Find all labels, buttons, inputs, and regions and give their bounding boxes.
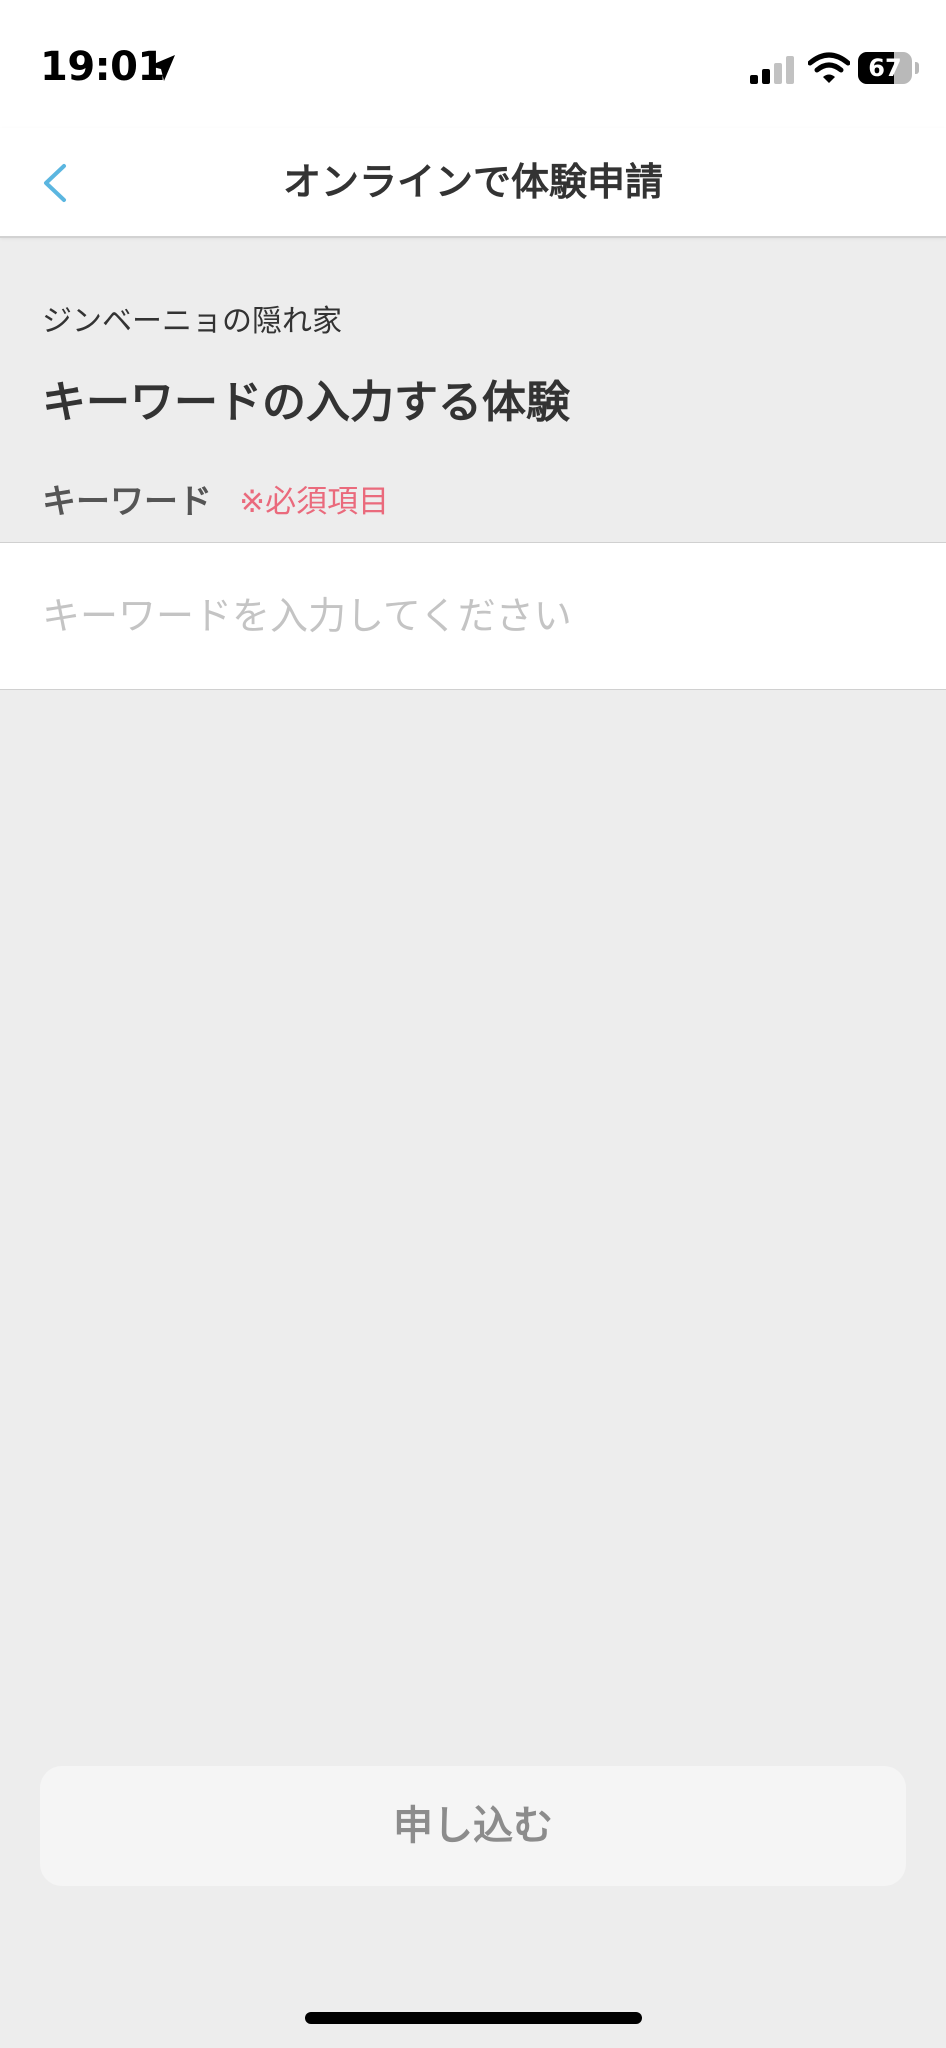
status-bar: 19:01 67: [0, 0, 946, 128]
back-button[interactable]: [22, 148, 92, 218]
experience-title: キーワードの入力する体験: [42, 377, 570, 428]
page-title: オンラインで体験申請: [282, 160, 663, 204]
battery-body: 67: [858, 52, 912, 84]
chevron-left-icon: [44, 164, 66, 202]
navigation-bar: オンラインで体験申請: [0, 128, 946, 238]
keyword-label-row: キーワード ※必須項目: [42, 474, 390, 522]
keyword-input[interactable]: [42, 543, 902, 689]
keyword-label: キーワード: [42, 482, 212, 522]
location-arrow-icon: [146, 52, 178, 84]
submit-button[interactable]: 申し込む: [40, 1766, 906, 1886]
battery-level: 67: [868, 54, 902, 82]
cellular-signal-icon: [750, 56, 796, 84]
shop-name: ジンベーニョの隠れ家: [42, 304, 342, 339]
battery-icon: 67: [858, 52, 920, 84]
battery-cap: [915, 62, 919, 74]
keyword-input-container: [0, 542, 946, 690]
wifi-icon: [807, 52, 851, 84]
home-indicator: [305, 2012, 642, 2024]
required-badge: ※必須項目: [239, 484, 390, 520]
